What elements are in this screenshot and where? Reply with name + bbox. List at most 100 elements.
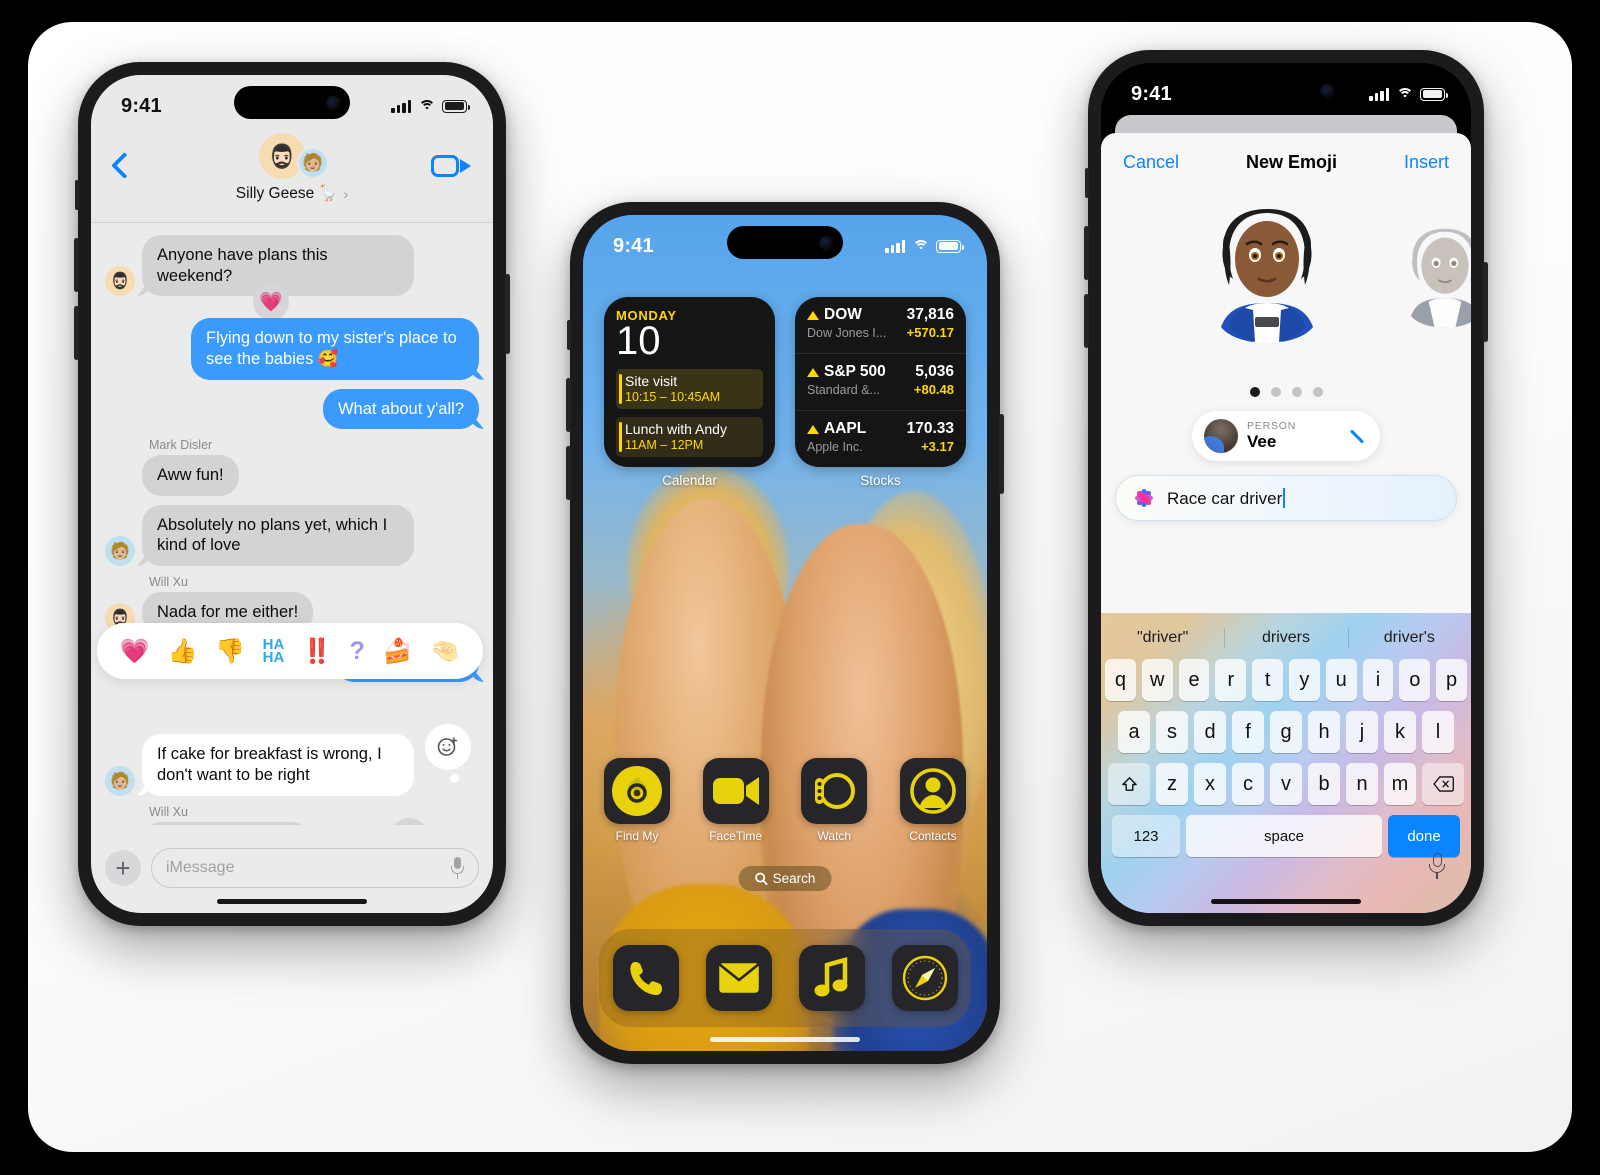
key-e[interactable]: e [1178,659,1210,701]
genmoji-prompt-input[interactable]: Race car driver [1115,475,1457,521]
message-thread[interactable]: 🧔🏻‍♂️ Anyone have plans this weekend? 💗 … [91,223,493,825]
partial-tapback[interactable]: 🤏 [430,637,460,666]
key-p[interactable]: p [1436,659,1467,701]
backspace-key[interactable] [1422,763,1464,805]
thumbs-up-tapback[interactable]: 👍 [167,637,197,666]
key-r[interactable]: r [1215,659,1247,701]
carousel-dot[interactable] [1312,387,1323,397]
exclamation-tapback[interactable]: ‼️ [302,637,332,666]
power-button[interactable] [505,274,510,354]
mute-switch[interactable] [1085,168,1089,198]
dock-app-mail[interactable] [705,945,772,1011]
calendar-event[interactable]: Lunch with Andy 11AM – 12PM [616,417,763,458]
volume-up-button[interactable] [1084,226,1089,280]
key-s[interactable]: s [1156,711,1188,753]
key-o[interactable]: o [1399,659,1431,701]
thumbs-down-tapback[interactable]: 👎 [215,637,245,666]
key-a[interactable]: a [1118,711,1150,753]
message-bubble[interactable]: What about y'all? [322,388,479,430]
key-u[interactable]: u [1325,659,1357,701]
key-t[interactable]: t [1252,659,1283,701]
volume-up-button[interactable] [74,238,79,292]
key-v[interactable]: v [1270,763,1302,805]
heart-reaction[interactable]: 💗 [253,284,289,321]
carousel-dot[interactable] [1270,387,1281,397]
add-reaction-button[interactable] [425,724,471,771]
question-tapback[interactable]: ? [350,637,365,666]
person-chip[interactable]: PERSON Vee [1192,411,1380,461]
key-x[interactable]: x [1194,763,1226,805]
dock-app-phone[interactable] [612,945,679,1011]
key-b[interactable]: b [1308,763,1340,805]
message-bubble[interactable]: Absolutely no plans yet, which I kind of… [142,504,414,566]
message-bubble[interactable]: Flying down to my sister's place to see … [191,318,479,380]
app-findmy[interactable]: Find My [601,758,673,843]
microphone-icon[interactable] [451,857,464,879]
genmoji-preview-secondary[interactable] [1393,217,1471,335]
cancel-button[interactable]: Cancel [1123,152,1179,173]
power-button[interactable] [999,414,1004,494]
key-i[interactable]: i [1362,659,1394,701]
stock-row[interactable]: S&P 500 5,036 Standard &... +80.48 [795,353,966,410]
stocks-widget[interactable]: DOW 37,816 Dow Jones I... +570.17 S&P 50… [795,297,966,467]
suggestion-0[interactable]: "driver" [1101,629,1224,647]
mute-switch[interactable] [567,320,571,350]
key-q[interactable]: q [1105,659,1136,701]
genmoji-carousel[interactable] [1101,191,1471,383]
message-bubble[interactable]: If cake for breakfast is wrong, I don't … [142,734,414,796]
microphone-icon[interactable] [1429,853,1445,879]
volume-down-button[interactable] [1084,294,1089,348]
volume-down-button[interactable] [74,306,79,360]
key-m[interactable]: m [1384,763,1416,805]
app-contacts[interactable]: Contacts [897,758,969,843]
pencil-icon[interactable] [1348,426,1368,446]
power-button[interactable] [1483,262,1488,342]
heart-tapback[interactable]: 💗 [120,637,150,666]
home-indicator[interactable] [1211,899,1361,904]
key-j[interactable]: j [1346,711,1378,753]
dock-app-music[interactable] [798,945,865,1011]
key-n[interactable]: n [1346,763,1378,805]
key-z[interactable]: z [1156,763,1188,805]
carousel-dot[interactable] [1249,387,1260,397]
app-watch[interactable]: Watch [798,758,870,843]
stock-row[interactable]: AAPL 170.33 Apple Inc. +3.17 [795,410,966,467]
key-c[interactable]: c [1232,763,1264,805]
carousel-dots[interactable] [1101,387,1471,397]
home-indicator[interactable] [710,1037,860,1042]
key-w[interactable]: w [1141,659,1173,701]
home-indicator[interactable] [217,899,367,904]
key-y[interactable]: y [1289,659,1320,701]
imessage-input[interactable]: iMessage [151,848,479,888]
haha-tapback[interactable]: HA HA [263,637,285,666]
key-d[interactable]: d [1194,711,1226,753]
key-g[interactable]: g [1270,711,1302,753]
add-attachment-button[interactable]: + [105,850,141,886]
volume-down-button[interactable] [566,446,571,500]
key-l[interactable]: l [1422,711,1454,753]
keyboard[interactable]: "driver" drivers driver's qwertyuiop asd… [1101,613,1471,913]
exclamation-reaction[interactable]: ‼️ [389,817,429,825]
genmoji-preview-primary[interactable] [1197,193,1337,353]
key-f[interactable]: f [1232,711,1264,753]
app-facetime[interactable]: FaceTime [700,758,772,843]
message-bubble[interactable]: Aww fun! [142,455,239,496]
stock-row[interactable]: DOW 37,816 Dow Jones I... +570.17 [795,297,966,353]
done-key[interactable]: done [1388,815,1460,857]
cake-tapback[interactable]: 🍰 [383,637,413,666]
key-k[interactable]: k [1384,711,1416,753]
key-h[interactable]: h [1308,711,1340,753]
calendar-event[interactable]: Site visit 10:15 – 10:45AM [616,369,763,410]
message-bubble[interactable]: Haha I second that [142,821,311,825]
tapback-picker[interactable]: 💗 👍 👎 HA HA ‼️ ? 🍰 🤏 [97,623,483,679]
suggestion-1[interactable]: drivers [1224,629,1347,647]
insert-button[interactable]: Insert [1404,152,1449,173]
suggestion-2[interactable]: driver's [1348,629,1471,647]
calendar-widget[interactable]: MONDAY 10 Site visit 10:15 – 10:45AM Lun… [604,297,775,467]
dock-app-safari[interactable] [891,945,958,1011]
volume-up-button[interactable] [566,378,571,432]
carousel-dot[interactable] [1291,387,1302,397]
numbers-key[interactable]: 123 [1112,815,1180,857]
search-button[interactable]: Search [738,866,832,891]
conversation-header[interactable]: 🧔🏻‍♂️ 🧑🏼 Silly Geese 🪿 › [91,133,493,203]
